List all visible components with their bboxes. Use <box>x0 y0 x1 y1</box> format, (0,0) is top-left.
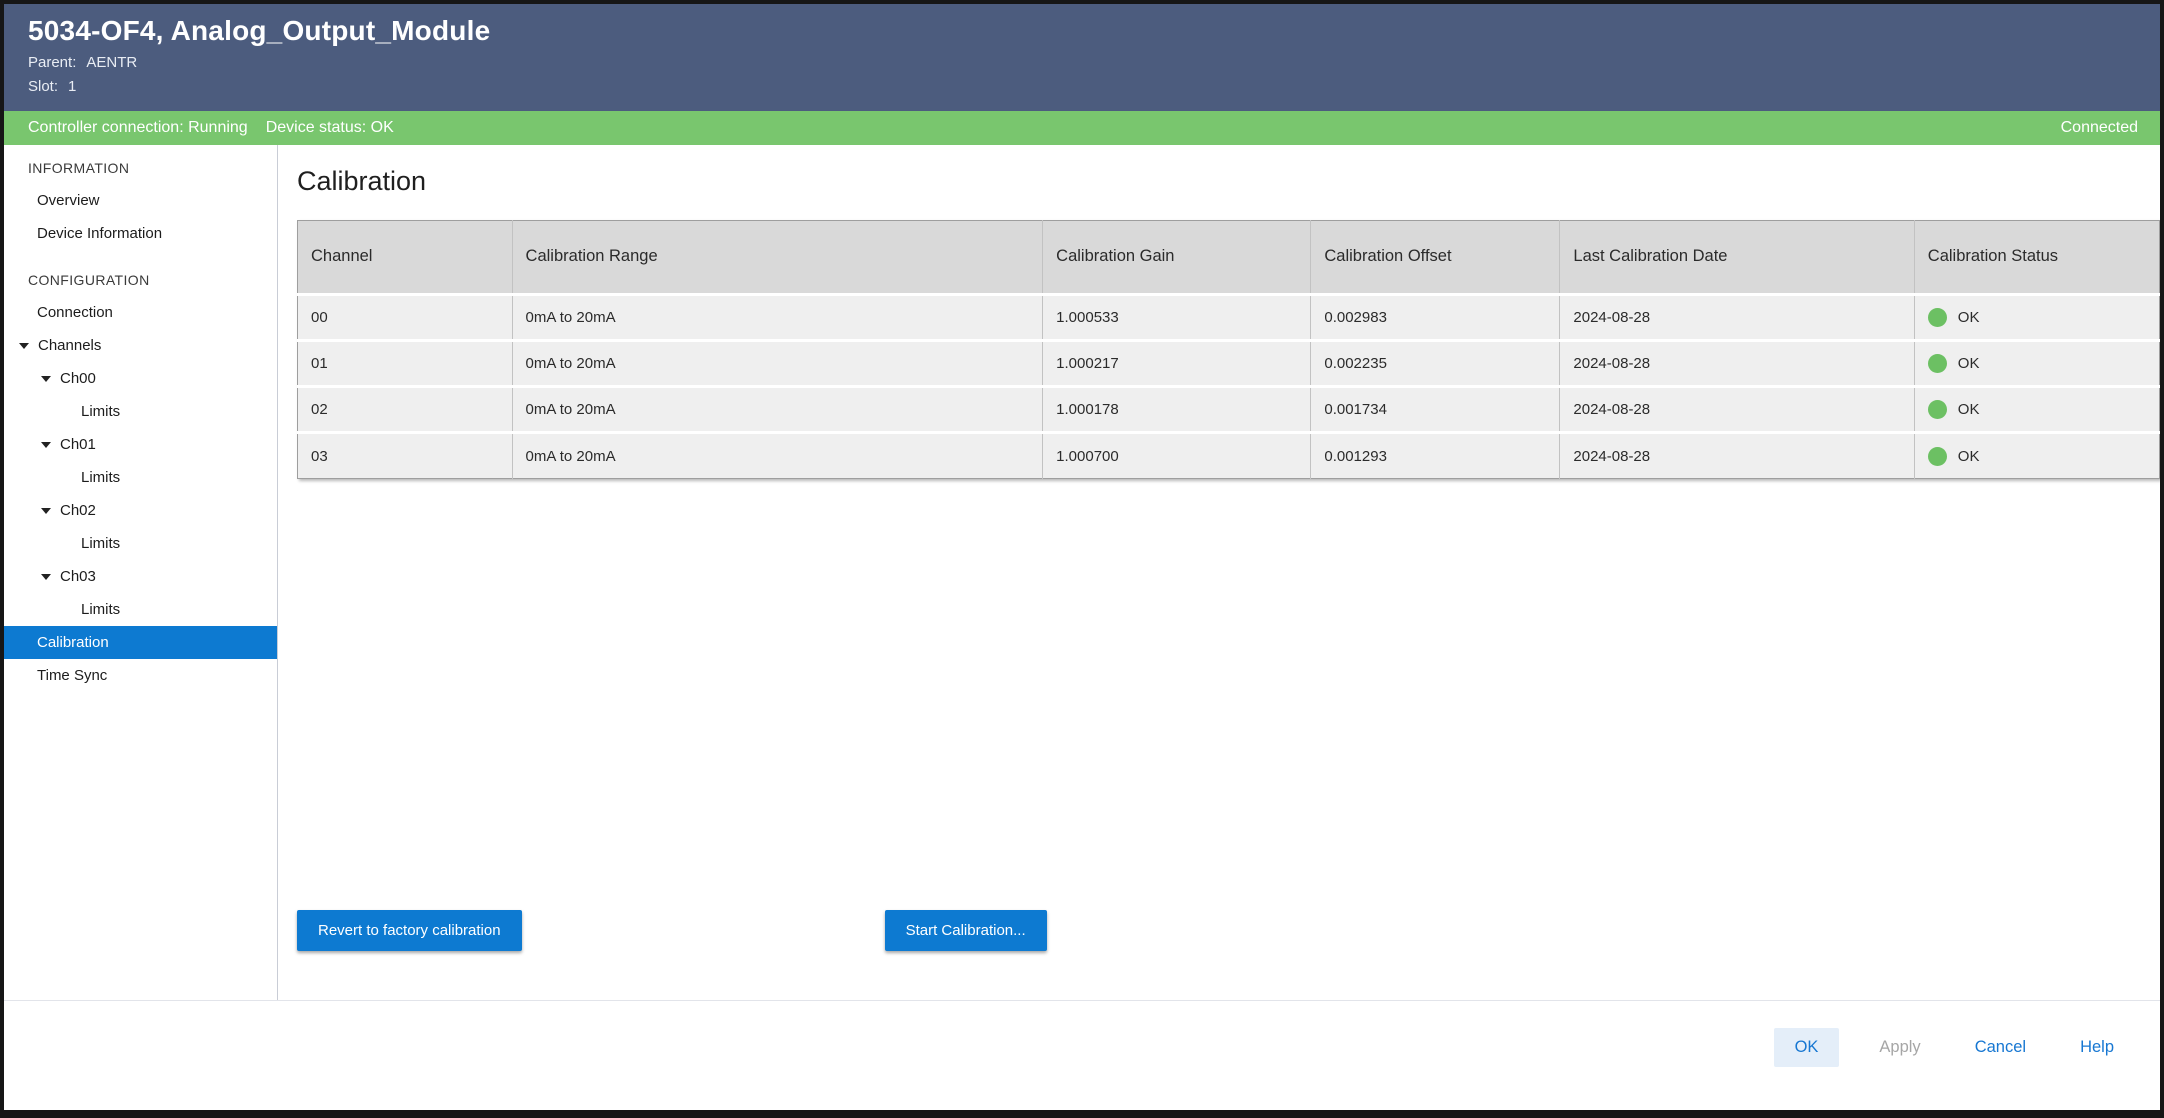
parent-label: Parent: <box>28 54 76 71</box>
status-ok-icon <box>1928 447 1947 466</box>
table-row: 00 0mA to 20mA 1.000533 0.002983 2024-08… <box>298 295 2160 341</box>
range-cell: 0mA to 20mA <box>512 341 1043 387</box>
calibration-table: Channel Calibration Range Calibration Ga… <box>297 220 2160 479</box>
sidebar-item-label: Ch00 <box>60 370 96 387</box>
sidebar-item-connection[interactable]: Connection <box>4 296 277 329</box>
connection-status-bar: Controller connection: Running Device st… <box>4 111 2160 145</box>
device-status: Device status: OK <box>266 119 394 137</box>
offset-cell: 0.002235 <box>1311 341 1560 387</box>
status-text: OK <box>1958 448 1980 465</box>
gain-cell: 1.000533 <box>1043 295 1311 341</box>
status-cell: OK <box>1914 341 2159 387</box>
chevron-down-icon[interactable] <box>41 508 51 514</box>
chevron-down-icon[interactable] <box>41 442 51 448</box>
calibration-panel: Calibration Channel Calibration Range Ca… <box>278 145 2160 1000</box>
sidebar-item-device-information[interactable]: Device Information <box>4 217 277 250</box>
sidebar-item-label: Ch03 <box>60 568 96 585</box>
column-header-calibration-status: Calibration Status <box>1914 221 2159 295</box>
channel-cell: 01 <box>298 341 513 387</box>
sidebar-item-ch01[interactable]: Ch01 <box>4 428 277 461</box>
sidebar-item-ch02[interactable]: Ch02 <box>4 494 277 527</box>
status-ok-icon <box>1928 400 1947 419</box>
status-ok-icon <box>1928 354 1947 373</box>
column-header-calibration-gain: Calibration Gain <box>1043 221 1311 295</box>
module-title: 5034-OF4, Analog_Output_Module <box>28 15 2136 47</box>
sidebar-item-label: Channels <box>38 337 101 354</box>
gain-cell: 1.000217 <box>1043 341 1311 387</box>
chevron-down-icon[interactable] <box>41 574 51 580</box>
column-header-calibration-range: Calibration Range <box>512 221 1043 295</box>
offset-cell: 0.001734 <box>1311 387 1560 433</box>
sidebar-item-ch01-limits[interactable]: Limits <box>4 461 277 494</box>
table-row: 02 0mA to 20mA 1.000178 0.001734 2024-08… <box>298 387 2160 433</box>
date-cell: 2024-08-28 <box>1560 433 1914 479</box>
sidebar-item-label: Ch02 <box>60 502 96 519</box>
dialog-footer: OK Apply Cancel Help <box>4 1000 2160 1110</box>
apply-button[interactable]: Apply <box>1865 1028 1934 1067</box>
start-calibration-button[interactable]: Start Calibration... <box>885 910 1047 951</box>
sidebar-item-ch02-limits[interactable]: Limits <box>4 527 277 560</box>
parent-value: AENTR <box>86 54 137 71</box>
range-cell: 0mA to 20mA <box>512 295 1043 341</box>
gain-cell: 1.000178 <box>1043 387 1311 433</box>
slot-value: 1 <box>68 78 76 95</box>
page-title: Calibration <box>297 166 2160 197</box>
range-cell: 0mA to 20mA <box>512 433 1043 479</box>
column-header-calibration-offset: Calibration Offset <box>1311 221 1560 295</box>
channel-cell: 02 <box>298 387 513 433</box>
table-row: 01 0mA to 20mA 1.000217 0.002235 2024-08… <box>298 341 2160 387</box>
sidebar-item-ch03-limits[interactable]: Limits <box>4 593 277 626</box>
status-cell: OK <box>1914 387 2159 433</box>
channel-cell: 00 <box>298 295 513 341</box>
sidebar-item-ch03[interactable]: Ch03 <box>4 560 277 593</box>
window-header: 5034-OF4, Analog_Output_Module Parent: AE… <box>4 4 2160 111</box>
revert-factory-calibration-button[interactable]: Revert to factory calibration <box>297 910 522 951</box>
parent-line: Parent: AENTR <box>28 54 2136 71</box>
offset-cell: 0.002983 <box>1311 295 1560 341</box>
module-properties-window: 5034-OF4, Analog_Output_Module Parent: AE… <box>0 0 2164 1118</box>
ok-button[interactable]: OK <box>1774 1028 1840 1067</box>
column-header-channel: Channel <box>298 221 513 295</box>
controller-connection-status: Controller connection: Running <box>28 119 248 137</box>
sidebar-item-calibration[interactable]: Calibration <box>4 626 277 659</box>
sidebar-item-channels[interactable]: Channels <box>4 329 277 362</box>
chevron-down-icon[interactable] <box>19 343 29 349</box>
table-row: 03 0mA to 20mA 1.000700 0.001293 2024-08… <box>298 433 2160 479</box>
date-cell: 2024-08-28 <box>1560 295 1914 341</box>
table-header-row: Channel Calibration Range Calibration Ga… <box>298 221 2160 295</box>
chevron-down-icon[interactable] <box>41 376 51 382</box>
status-text: OK <box>1958 309 1980 326</box>
column-header-last-calibration-date: Last Calibration Date <box>1560 221 1914 295</box>
status-text: OK <box>1958 355 1980 372</box>
help-button[interactable]: Help <box>2066 1028 2128 1067</box>
sidebar-item-ch00[interactable]: Ch00 <box>4 362 277 395</box>
offset-cell: 0.001293 <box>1311 433 1560 479</box>
sidebar-item-overview[interactable]: Overview <box>4 184 277 217</box>
gain-cell: 1.000700 <box>1043 433 1311 479</box>
date-cell: 2024-08-28 <box>1560 387 1914 433</box>
status-left-group: Controller connection: Running Device st… <box>28 119 394 137</box>
status-text: OK <box>1958 401 1980 418</box>
range-cell: 0mA to 20mA <box>512 387 1043 433</box>
sidebar-section-information: INFORMATION <box>4 151 277 184</box>
slot-line: Slot: 1 <box>28 78 2136 95</box>
navigation-tree: INFORMATION Overview Device Information … <box>4 145 278 1000</box>
sidebar-item-label: Ch01 <box>60 436 96 453</box>
status-ok-icon <box>1928 308 1947 327</box>
slot-label: Slot: <box>28 78 58 95</box>
channel-cell: 03 <box>298 433 513 479</box>
status-cell: OK <box>1914 433 2159 479</box>
status-cell: OK <box>1914 295 2159 341</box>
date-cell: 2024-08-28 <box>1560 341 1914 387</box>
sidebar-item-time-sync[interactable]: Time Sync <box>4 659 277 692</box>
sidebar-section-configuration: CONFIGURATION <box>4 263 277 296</box>
calibration-actions: Revert to factory calibration Start Cali… <box>297 910 2160 951</box>
body-area: INFORMATION Overview Device Information … <box>4 145 2160 1000</box>
connected-badge: Connected <box>2061 119 2138 137</box>
cancel-button[interactable]: Cancel <box>1961 1028 2040 1067</box>
sidebar-item-ch00-limits[interactable]: Limits <box>4 395 277 428</box>
